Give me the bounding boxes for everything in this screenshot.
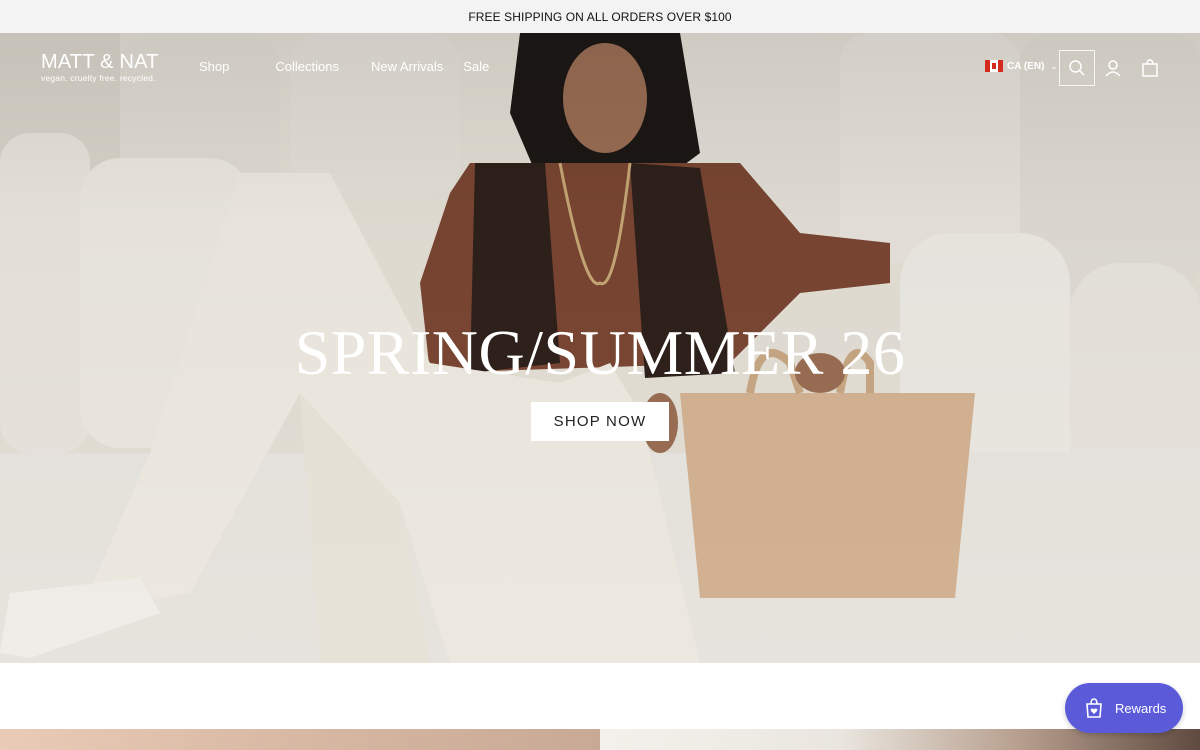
nav-item-shop[interactable]: Shop — [199, 59, 229, 75]
nav-item-sale[interactable]: Sale — [463, 59, 489, 75]
announcement-text: FREE SHIPPING ON ALL ORDERS OVER $100 — [468, 9, 732, 24]
announcement-bar: FREE SHIPPING ON ALL ORDERS OVER $100 — [0, 0, 1200, 33]
account-icon — [1105, 60, 1121, 77]
collection-tile-left[interactable] — [0, 729, 600, 750]
account-button[interactable] — [1095, 50, 1131, 86]
hero-title: SPRING/SUMMER 26 — [294, 317, 906, 388]
rewards-button[interactable]: Rewards — [1065, 683, 1183, 733]
search-icon — [1069, 60, 1085, 76]
rewards-label: Rewards — [1115, 700, 1167, 716]
nav-item-collections[interactable]: Collections — [275, 59, 339, 75]
cart-button[interactable] — [1132, 50, 1168, 86]
locale-label: CA (EN) — [1007, 60, 1045, 72]
shop-now-button[interactable]: SHOP NOW — [531, 402, 669, 441]
canada-flag-icon — [985, 60, 1003, 72]
search-button[interactable] — [1059, 50, 1095, 86]
chevron-down-icon: ⌄ — [1050, 60, 1058, 71]
main-nav: Shop Collections New Arrivals Sale — [199, 59, 521, 75]
nav-item-new-arrivals[interactable]: New Arrivals — [371, 59, 443, 75]
site-header: MATT & NAT vegan. cruelty free. recycled… — [0, 33, 1200, 105]
hero-banner[interactable]: SPRING/SUMMER 26 SHOP NOW — [0, 33, 1200, 663]
cart-icon — [1142, 59, 1158, 77]
locale-selector[interactable]: CA (EN) ⌄ — [985, 60, 1058, 72]
brand-name: MATT & NAT — [41, 51, 159, 73]
brand-tagline: vegan. cruelty free. recycled. — [41, 73, 156, 83]
brand-logo[interactable]: MATT & NAT vegan. cruelty free. recycled… — [41, 51, 159, 83]
bag-heart-icon — [1086, 698, 1102, 718]
